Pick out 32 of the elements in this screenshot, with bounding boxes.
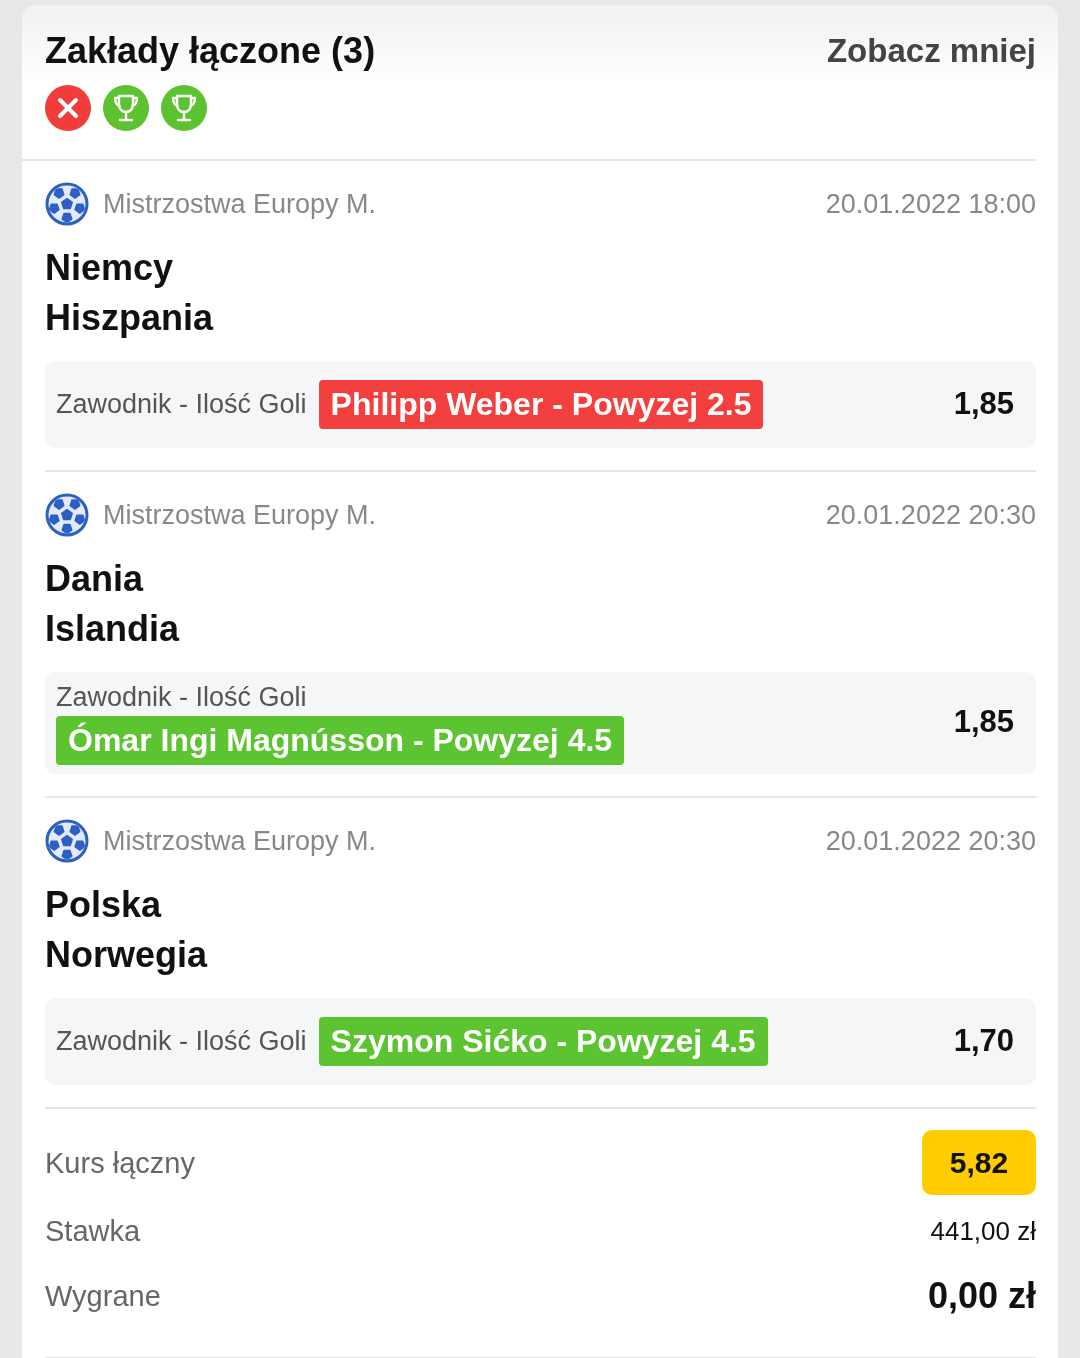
- summary-label: Wygrane: [45, 1279, 161, 1314]
- team-name: Islandia: [45, 607, 181, 651]
- league-name: Mistrzostwa Europy M.: [103, 825, 377, 857]
- odds-value: 1,70: [953, 1021, 1014, 1060]
- match-datetime: 20.01.2022 20:30: [825, 499, 1036, 531]
- market-name: Zawodnik - Ilość Goli: [56, 1025, 307, 1058]
- summary-label: Kurs łączny: [45, 1145, 195, 1181]
- soccer-ball-icon: [45, 182, 89, 226]
- summary-label: Stawka: [45, 1214, 141, 1249]
- selection-tag: Philipp Weber - Powyzej 2.5: [318, 379, 764, 429]
- selection-tag: Ómar Ingi Magnússon - Powyzej 4.5: [56, 716, 625, 765]
- league-name: Mistrzostwa Europy M.: [103, 499, 377, 531]
- winnings-amount: 0,00 zł: [927, 1274, 1036, 1318]
- stake-amount: 441,00 zł: [930, 1215, 1036, 1248]
- selection-tag: Szymon Sićko - Powyzej 4.5: [318, 1016, 768, 1066]
- market-name: Zawodnik - Ilość Goli: [56, 388, 307, 421]
- bet-slip-title: Zakłady łączone (3): [45, 29, 376, 73]
- match-datetime: 20.01.2022 18:00: [825, 188, 1036, 220]
- total-odds-badge: 5,82: [922, 1130, 1036, 1195]
- team-name: Norwegia: [45, 933, 209, 977]
- team-name: Dania: [45, 557, 145, 601]
- market-name: Zawodnik - Ilość Goli: [56, 681, 307, 714]
- team-name: Hiszpania: [45, 296, 215, 340]
- team-name: Niemcy: [45, 246, 175, 290]
- team-name: Polska: [45, 883, 163, 927]
- league-name: Mistrzostwa Europy M.: [103, 188, 377, 220]
- collapse-link[interactable]: Zobacz mniej: [826, 28, 1036, 74]
- odds-value: 1,85: [953, 384, 1014, 423]
- odds-value: 1,85: [953, 703, 1014, 742]
- match-datetime: 20.01.2022 20:30: [825, 825, 1036, 857]
- soccer-ball-icon: [45, 493, 89, 537]
- soccer-ball-icon: [45, 819, 89, 863]
